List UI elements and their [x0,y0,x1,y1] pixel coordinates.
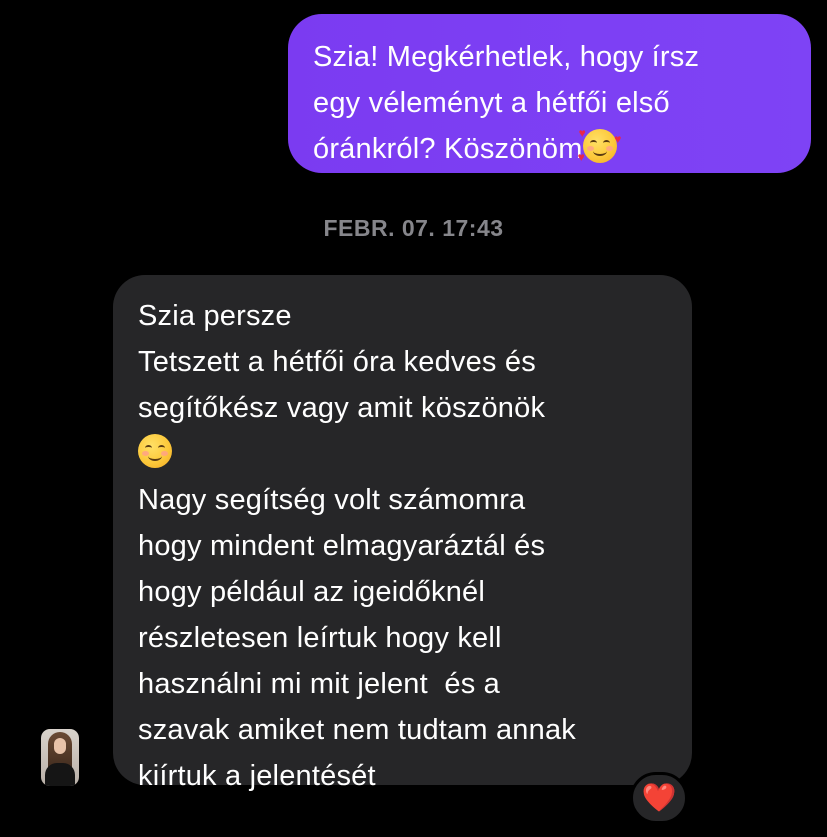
chat-thread: Szia! Megkérhetlek, hogy írsz egy vélemé… [0,0,827,837]
outgoing-message-text: Szia! Megkérhetlek, hogy írsz egy vélemé… [313,41,700,165]
heart-icon: ❤️ [641,782,677,813]
incoming-message-bubble[interactable]: Szia persze Tetszett a hétfői óra kedves… [113,275,692,792]
message-timestamp: FEBR. 07. 17:43 [323,215,504,241]
incoming-message-greeting: Szia persze [138,300,292,332]
smiling-face-with-hearts-icon: ♥ ♥ ♥ [577,126,622,164]
outgoing-message-bubble[interactable]: Szia! Megkérhetlek, hogy írsz egy vélemé… [288,14,811,173]
heart-reaction-badge[interactable]: ❤️ [630,772,688,824]
incoming-message-text-part1: Tetszett a hétfői óra kedves és segítőké… [138,346,546,424]
sender-avatar[interactable] [41,729,79,786]
smiling-face-icon [138,434,172,468]
incoming-message-text-part2: Nagy segítség volt számomra hogy mindent… [138,484,576,792]
